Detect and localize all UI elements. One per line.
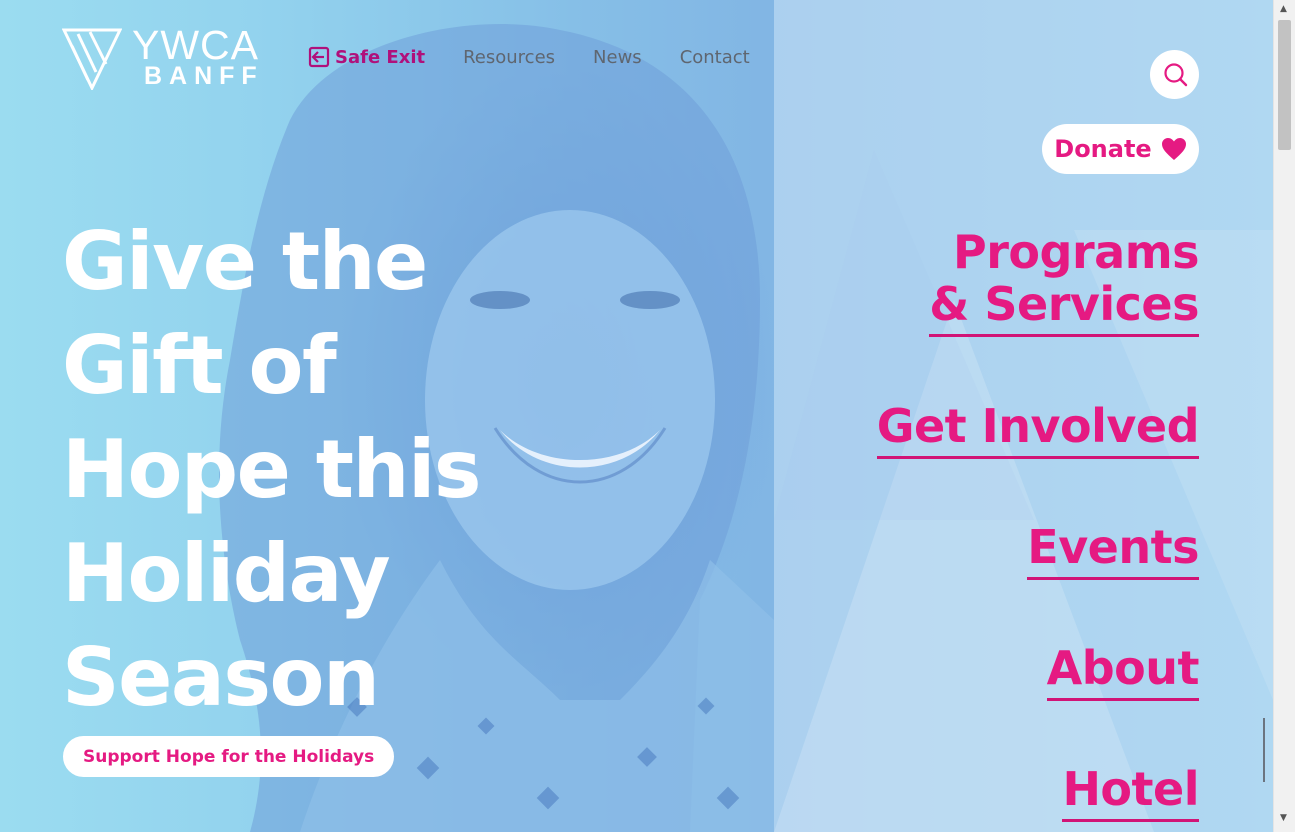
menu-get-involved-label: Get Involved [876,400,1200,459]
menu-get-involved[interactable]: Get Involved [876,400,1200,459]
nav-contact[interactable]: Contact [680,47,750,68]
menu-hotel-label: Hotel [1062,763,1199,822]
menu-hotel[interactable]: Hotel [1062,763,1199,822]
donate-label: Donate [1054,135,1152,163]
menu-programs-services[interactable]: Programs & Services [929,226,1199,337]
menu-programs-line1: Programs [953,225,1199,279]
logo-mark-icon [62,28,122,90]
menu-events-label: Events [1027,521,1199,580]
scroll-indicator [1263,718,1265,782]
exit-icon [308,46,330,68]
hero-headline: Give the Gift of Hope this Holiday Seaso… [62,215,482,724]
page-scrollbar[interactable]: ▲ ▼ [1273,0,1295,832]
scroll-thumb[interactable] [1278,20,1291,150]
menu-events[interactable]: Events [1027,521,1199,580]
donate-button[interactable]: Donate [1042,124,1199,174]
nav-resources[interactable]: Resources [463,47,555,68]
scroll-up-icon[interactable]: ▲ [1280,4,1287,14]
search-icon [1163,62,1187,86]
menu-programs-line2: & Services [929,277,1199,331]
logo-text-banff: BANFF [144,62,264,90]
scroll-down-icon[interactable]: ▼ [1280,813,1287,823]
ywca-banff-logo[interactable]: YWCA BANFF [62,22,267,90]
menu-about[interactable]: About [1046,642,1200,701]
nav-news[interactable]: News [593,47,642,68]
safe-exit-link[interactable]: Safe Exit [308,46,425,68]
menu-about-label: About [1046,642,1200,701]
top-navigation: Safe Exit Resources News Contact [308,43,788,71]
heart-icon [1161,138,1186,160]
support-hope-button[interactable]: Support Hope for the Holidays [63,736,395,777]
safe-exit-label: Safe Exit [335,46,426,68]
search-button[interactable] [1150,50,1199,99]
